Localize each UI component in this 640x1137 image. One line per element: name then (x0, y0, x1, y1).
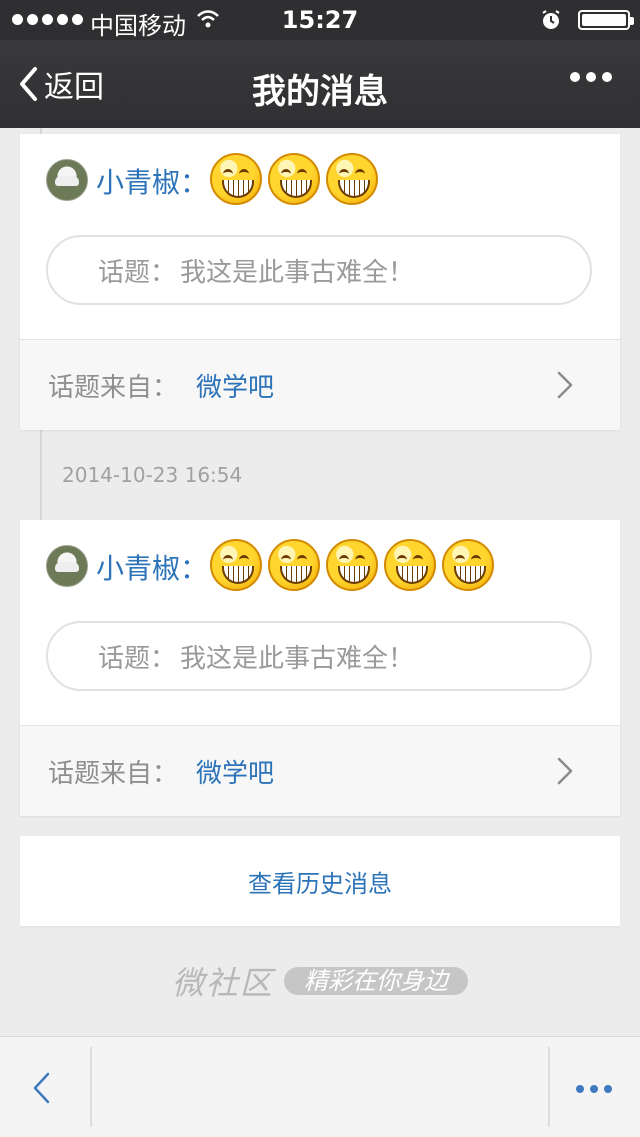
topic-label: 话题： (98, 643, 177, 674)
history-button[interactable]: 查看历史消息 (20, 836, 620, 926)
more-dot-icon (576, 1085, 584, 1093)
grin-emoji-icon (442, 539, 494, 591)
emoji-row (210, 153, 378, 205)
message-card: 小青椒： 话题： 我这是此事古难全！ 话题来自： 微学吧 (20, 134, 620, 430)
more-dot-icon (604, 1085, 612, 1093)
topic-source-row[interactable]: 话题来自： 微学吧 (20, 726, 620, 816)
message-content: 小青椒： 话题： 我这是此事古难全！ (20, 134, 620, 340)
topic-label: 话题： (98, 257, 177, 288)
topic-pill[interactable]: 话题： 我这是此事古难全！ (46, 235, 592, 305)
chevron-left-icon[interactable] (28, 1071, 54, 1105)
avatar[interactable] (46, 159, 88, 201)
grin-emoji-icon (268, 539, 320, 591)
grin-emoji-icon (210, 539, 262, 591)
more-dot-icon (570, 72, 580, 82)
toolbar-divider (548, 1047, 550, 1127)
more-button[interactable] (570, 72, 612, 82)
username[interactable]: 小青椒： (96, 161, 208, 201)
more-dot-icon (590, 1085, 598, 1093)
timeline-line (40, 430, 42, 520)
battery-icon (578, 10, 634, 30)
toolbar-divider (90, 1047, 92, 1127)
page-title: 我的消息 (252, 72, 388, 112)
source-link[interactable]: 微学吧 (196, 367, 274, 404)
username[interactable]: 小青椒： (96, 547, 208, 587)
avatar[interactable] (46, 545, 88, 587)
grin-emoji-icon (384, 539, 436, 591)
grin-emoji-icon (268, 153, 320, 205)
more-dot-icon (602, 72, 612, 82)
grin-emoji-icon (326, 153, 378, 205)
chevron-right-icon (557, 371, 573, 399)
navigation-bar: 返回 我的消息 (0, 40, 640, 128)
brand-tagline: 精彩在你身边 (284, 967, 468, 995)
message-card: 小青椒： 话题： 我这是此事古难全！ 话题来自： 微学吧 (20, 520, 620, 816)
topic-text: 我这是此事古难全！ (180, 643, 415, 674)
topic-pill[interactable]: 话题： 我这是此事古难全！ (46, 621, 592, 691)
source-label: 话题来自： (48, 758, 179, 789)
source-link[interactable]: 微学吧 (196, 753, 274, 790)
brand-logo: 微社区 (171, 964, 274, 1002)
chevron-right-icon (557, 757, 573, 785)
grin-emoji-icon (326, 539, 378, 591)
message-content: 小青椒： 话题： 我这是此事古难全！ (20, 520, 620, 726)
topic-text: 我这是此事古难全！ (180, 257, 415, 288)
status-bar: 中国移动 15:27 (0, 0, 640, 40)
topic-source-row[interactable]: 话题来自： 微学吧 (20, 340, 620, 430)
toolbar-more-button[interactable] (576, 1085, 612, 1093)
alarm-icon (542, 10, 560, 29)
more-dot-icon (586, 72, 596, 82)
message-date: 2014-10-23 16:54 (62, 463, 243, 487)
brand-footer: 微社区 精彩在你身边 (0, 958, 640, 1004)
emoji-row (210, 539, 494, 591)
grin-emoji-icon (210, 153, 262, 205)
bottom-toolbar (0, 1036, 640, 1137)
source-label: 话题来自： (48, 372, 179, 403)
